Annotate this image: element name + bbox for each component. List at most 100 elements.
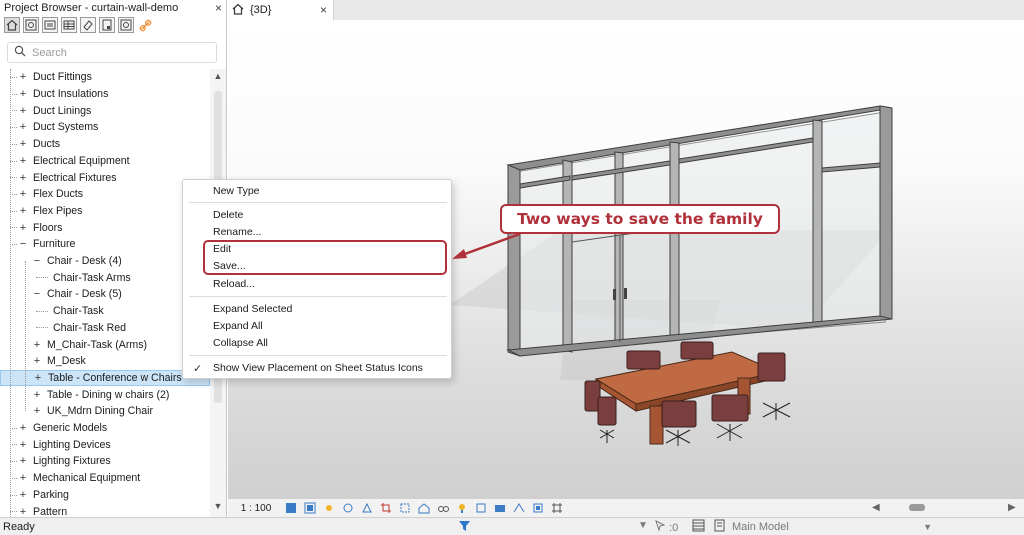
menu-item-delete[interactable]: Delete	[213, 208, 443, 223]
highlight-displacement-icon[interactable]	[512, 501, 526, 515]
expand-toggle-icon[interactable]: +	[32, 389, 42, 401]
chevron-down-icon[interactable]: ▼	[638, 520, 648, 531]
tree-item[interactable]: + Table - Conference w Chairs	[0, 369, 210, 387]
expand-toggle-icon[interactable]: +	[18, 172, 28, 184]
tree-item[interactable]: − Chair - Desk (5)	[0, 286, 210, 303]
home-icon[interactable]	[4, 17, 20, 33]
close-icon[interactable]: ×	[320, 3, 327, 17]
tree-item[interactable]: + Duct Systems	[0, 119, 210, 136]
tree-item[interactable]: + Pattern	[0, 503, 210, 517]
tree-item[interactable]: + Floors	[0, 219, 210, 236]
view-scale[interactable]: 1 : 100	[228, 503, 284, 514]
scroll-right-icon[interactable]: ▶	[1008, 502, 1016, 513]
design-option-select[interactable]: Main Model ▼	[732, 519, 932, 534]
menu-item-expand-selected[interactable]: Expand Selected	[213, 302, 443, 317]
sheet-icon[interactable]	[42, 17, 58, 33]
tree-item[interactable]: − Furniture	[0, 236, 210, 253]
horizontal-scroll-thumb[interactable]	[909, 504, 925, 511]
sheet-list-icon[interactable]	[99, 17, 115, 33]
expand-toggle-icon[interactable]: +	[18, 88, 28, 100]
tree-item[interactable]: + M_Desk	[0, 353, 210, 370]
worksets-icon[interactable]	[692, 519, 705, 535]
visual-style-icon[interactable]	[303, 501, 317, 515]
scroll-up-icon[interactable]: ▲	[212, 71, 224, 81]
design-options-icon[interactable]	[713, 519, 726, 535]
expand-toggle-icon[interactable]: +	[18, 422, 28, 434]
temp-view-properties-icon[interactable]	[474, 501, 488, 515]
scroll-down-icon[interactable]: ▼	[212, 501, 224, 511]
tree-item[interactable]: + Duct Fittings	[0, 69, 210, 86]
tree-item[interactable]: Chair-Task Arms	[0, 269, 210, 286]
expand-toggle-icon[interactable]: +	[18, 506, 28, 517]
collapse-toggle-icon[interactable]: −	[18, 238, 28, 250]
tree-item[interactable]: + Duct Insulations	[0, 86, 210, 103]
tree-item-label: Duct Insulations	[33, 88, 109, 101]
expand-toggle-icon[interactable]: +	[32, 339, 42, 351]
analytical-model-icon[interactable]	[550, 501, 564, 515]
show-crop-icon[interactable]	[398, 501, 412, 515]
tree-item[interactable]: + Generic Models	[0, 420, 210, 437]
expand-toggle-icon[interactable]: +	[18, 105, 28, 117]
crop-view-icon[interactable]	[379, 501, 393, 515]
expand-toggle-icon[interactable]: +	[18, 439, 28, 451]
tree-item-label: Lighting Fixtures	[33, 455, 111, 468]
expand-toggle-icon[interactable]: +	[33, 372, 43, 384]
render-icon[interactable]	[360, 501, 374, 515]
tree-item[interactable]: + M_Chair-Task (Arms)	[0, 336, 210, 353]
tree-item[interactable]: + Flex Ducts	[0, 186, 210, 203]
close-icon[interactable]: ×	[215, 1, 222, 15]
menu-item-collapse-all[interactable]: Collapse All	[213, 336, 443, 351]
menu-item-show-view-placement[interactable]: Show View Placement on Sheet Status Icon…	[213, 361, 443, 376]
link-icon[interactable]	[137, 17, 153, 33]
reveal-constraints-icon[interactable]	[531, 501, 545, 515]
menu-item-reload[interactable]: Reload...	[213, 277, 443, 292]
tree-item[interactable]: + Parking	[0, 487, 210, 504]
menu-item-expand-all[interactable]: Expand All	[213, 319, 443, 334]
temporary-hide-icon[interactable]	[436, 501, 450, 515]
expand-toggle-icon[interactable]: +	[18, 455, 28, 467]
expand-toggle-icon[interactable]: +	[18, 71, 28, 83]
nested-view-icon[interactable]	[118, 17, 134, 33]
expand-toggle-icon[interactable]: +	[18, 489, 28, 501]
expand-toggle-icon[interactable]: +	[18, 188, 28, 200]
tree-item[interactable]: + Ducts	[0, 136, 210, 153]
expand-toggle-icon[interactable]: +	[18, 205, 28, 217]
tree-item[interactable]: + Electrical Fixtures	[0, 169, 210, 186]
tree-item[interactable]: Chair-Task	[0, 303, 210, 320]
expand-toggle-icon[interactable]: +	[32, 355, 42, 367]
tree-item[interactable]: Chair-Task Red	[0, 320, 210, 337]
sun-path-icon[interactable]	[322, 501, 336, 515]
collapse-toggle-icon[interactable]: −	[32, 255, 42, 267]
table-icon[interactable]	[61, 17, 77, 33]
filter-icon[interactable]	[458, 519, 471, 535]
menu-item-new-type[interactable]: New Type	[213, 184, 443, 199]
eraser-icon[interactable]	[80, 17, 96, 33]
search-input[interactable]	[32, 46, 202, 59]
collapse-toggle-icon[interactable]: −	[32, 288, 42, 300]
expand-toggle-icon[interactable]: +	[32, 405, 42, 417]
project-browser-search[interactable]	[7, 42, 217, 63]
expand-toggle-icon[interactable]: +	[18, 121, 28, 133]
tree-item[interactable]: + UK_Mdrn Dining Chair	[0, 403, 210, 420]
reveal-hidden-icon[interactable]	[455, 501, 469, 515]
expand-toggle-icon[interactable]: +	[18, 155, 28, 167]
zoom-fit-icon[interactable]	[23, 17, 39, 33]
tree-item[interactable]: + Duct Linings	[0, 102, 210, 119]
model-graphics-icon[interactable]	[284, 501, 298, 515]
menu-item-rename[interactable]: Rename...	[213, 225, 443, 240]
expand-toggle-icon[interactable]: +	[18, 472, 28, 484]
unlock-3d-icon[interactable]	[417, 501, 431, 515]
tree-item[interactable]: + Lighting Devices	[0, 436, 210, 453]
tree-item[interactable]: + Mechanical Equipment	[0, 470, 210, 487]
tree-item[interactable]: − Chair - Desk (4)	[0, 253, 210, 270]
tree-item[interactable]: + Flex Pipes	[0, 203, 210, 220]
scroll-left-icon[interactable]: ◀	[872, 502, 880, 513]
tree-item[interactable]: + Table - Dining w chairs (2)	[0, 386, 210, 403]
expand-toggle-icon[interactable]: +	[18, 222, 28, 234]
tree-item[interactable]: + Lighting Fixtures	[0, 453, 210, 470]
worksharing-display-icon[interactable]	[493, 501, 507, 515]
expand-toggle-icon[interactable]: +	[18, 138, 28, 150]
tab-3d-view[interactable]: {3D} ×	[228, 0, 334, 20]
tree-item[interactable]: + Electrical Equipment	[0, 153, 210, 170]
shadows-icon[interactable]	[341, 501, 355, 515]
